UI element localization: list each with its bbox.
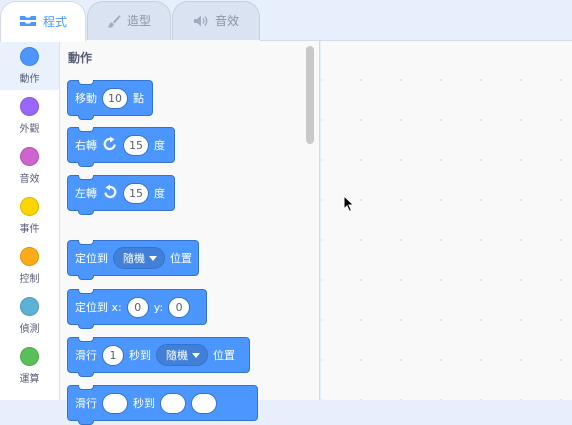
category-label: 事件 xyxy=(19,224,40,235)
script-workspace[interactable] xyxy=(321,40,572,400)
tab-costumes[interactable]: 造型 xyxy=(87,1,171,41)
x-input[interactable] xyxy=(160,392,186,414)
target-dropdown[interactable]: 隨機 xyxy=(113,247,165,269)
degrees-input[interactable]: 15 xyxy=(123,134,149,156)
category-operators[interactable]: 運算 xyxy=(0,340,59,390)
block-text: 位置 xyxy=(170,252,192,265)
block-text: 定位到 x: xyxy=(75,301,122,314)
tab-code[interactable]: 程式 xyxy=(0,1,86,42)
block-text: 秒到 xyxy=(129,349,151,362)
block-text: y: xyxy=(153,300,164,314)
block-text: 滑行 xyxy=(75,397,97,410)
category-events[interactable]: 事件 xyxy=(0,190,59,240)
block-text: 位置 xyxy=(213,349,235,362)
category-sound[interactable]: 音效 xyxy=(0,140,59,190)
palette-section-title: 動作 xyxy=(68,51,93,65)
block-text: 定位到 xyxy=(75,252,108,265)
category-label: 動作 xyxy=(19,74,40,85)
y-input[interactable] xyxy=(191,392,217,414)
category-menu: 動作 外觀 音效 事件 控制 偵測 運算 xyxy=(0,40,60,400)
chevron-down-icon xyxy=(192,352,200,358)
mouse-cursor-icon xyxy=(343,194,355,216)
go-to-block[interactable]: 定位到 隨機 位置 xyxy=(67,240,199,280)
steps-input[interactable]: 10 xyxy=(102,87,128,109)
sound-category-icon xyxy=(20,147,39,166)
turn-right-block[interactable]: 右轉 15 度 xyxy=(67,127,175,167)
block-text: 點 xyxy=(133,92,144,105)
block-text: 左轉 xyxy=(75,187,97,200)
move-steps-block[interactable]: 移動 10 點 xyxy=(67,80,153,120)
category-label: 音效 xyxy=(19,174,40,185)
glide-to-block[interactable]: 滑行 1 秒到 隨機 位置 xyxy=(67,337,250,377)
events-category-icon xyxy=(20,197,39,216)
palette-scrollbar[interactable] xyxy=(306,46,314,144)
motion-category-icon xyxy=(20,47,39,66)
block-text: 度 xyxy=(154,139,165,152)
block-text: 移動 xyxy=(75,92,97,105)
block-text: 度 xyxy=(154,187,165,200)
category-label: 偵測 xyxy=(19,324,40,335)
block-text: 右轉 xyxy=(75,139,97,152)
block-text: 秒到 xyxy=(133,397,155,410)
x-input[interactable]: 0 xyxy=(126,296,149,318)
rotate-left-icon xyxy=(102,184,118,203)
seconds-input[interactable] xyxy=(102,392,128,414)
category-control[interactable]: 控制 xyxy=(0,240,59,290)
control-category-icon xyxy=(20,247,39,266)
looks-category-icon xyxy=(20,97,39,116)
turn-left-block[interactable]: 左轉 15 度 xyxy=(67,175,175,215)
tab-costumes-label: 造型 xyxy=(126,14,151,28)
sensing-category-icon xyxy=(20,297,39,316)
block-text: 滑行 xyxy=(75,349,97,362)
tab-sounds[interactable]: 音效 xyxy=(172,1,260,41)
tab-code-label: 程式 xyxy=(42,14,67,29)
chevron-down-icon xyxy=(149,255,157,261)
operators-category-icon xyxy=(20,347,39,366)
degrees-input[interactable]: 15 xyxy=(123,182,149,204)
go-to-xy-block[interactable]: 定位到 x: 0 y: 0 xyxy=(67,289,207,329)
glide-to-xy-block[interactable]: 滑行 秒到 xyxy=(67,385,258,425)
category-label: 運算 xyxy=(19,374,40,385)
code-icon xyxy=(19,14,37,28)
category-motion[interactable]: 動作 xyxy=(0,40,59,90)
dropdown-value: 隨機 xyxy=(166,349,188,362)
seconds-input[interactable]: 1 xyxy=(102,344,124,366)
rotate-right-icon xyxy=(102,136,118,155)
dropdown-value: 隨機 xyxy=(123,252,145,265)
tab-sounds-label: 音效 xyxy=(214,14,239,28)
target-dropdown[interactable]: 隨機 xyxy=(156,344,208,366)
brush-icon xyxy=(107,14,121,28)
category-looks[interactable]: 外觀 xyxy=(0,90,59,140)
category-label: 控制 xyxy=(19,274,40,285)
tab-divider xyxy=(260,40,572,41)
category-label: 外觀 xyxy=(19,124,40,135)
speaker-icon xyxy=(193,14,209,28)
y-input[interactable]: 0 xyxy=(168,296,191,318)
category-sensing[interactable]: 偵測 xyxy=(0,290,59,340)
